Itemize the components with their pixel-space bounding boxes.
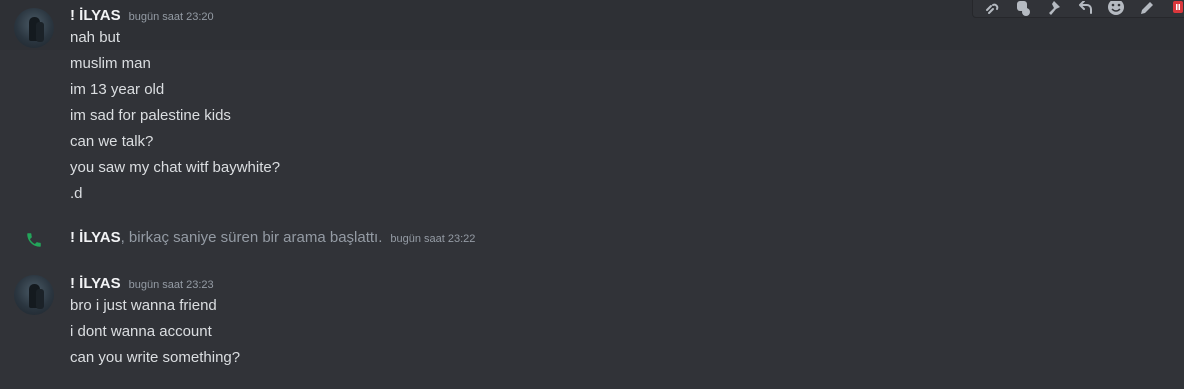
message-header: ! İLYAS bugün saat 23:23 <box>70 275 214 292</box>
avatar[interactable] <box>14 8 54 48</box>
link-icon[interactable] <box>979 0 1006 17</box>
timestamp[interactable]: bugün saat 23:20 <box>129 11 214 23</box>
call-system-message: ! İLYAS , birkaç saniye süren bir arama … <box>70 229 475 246</box>
thread-icon[interactable] <box>1010 0 1037 17</box>
message-header: ! İLYAS bugün saat 23:20 <box>70 7 214 24</box>
reply-icon[interactable] <box>1072 0 1099 17</box>
call-username[interactable]: ! İLYAS <box>70 229 121 246</box>
message-actions-toolbar <box>972 0 1184 18</box>
username[interactable]: ! İLYAS <box>70 7 121 24</box>
message-line: can you write something? <box>70 349 241 366</box>
message-line: im 13 year old <box>70 81 165 98</box>
pin-icon[interactable] <box>1041 0 1068 17</box>
message-line: i dont wanna account <box>70 323 212 340</box>
avatar[interactable] <box>14 275 54 315</box>
call-timestamp[interactable]: bugün saat 23:22 <box>390 233 475 245</box>
message-line: muslim man <box>70 55 151 72</box>
more-icon[interactable] <box>1164 0 1184 17</box>
phone-icon <box>25 231 43 249</box>
message-line: bro i just wanna friend <box>70 297 217 314</box>
timestamp[interactable]: bugün saat 23:23 <box>129 279 214 291</box>
message-line: im sad for palestine kids <box>70 107 231 124</box>
call-text: , birkaç saniye süren bir arama başlattı… <box>120 229 383 246</box>
message-line: .d <box>70 185 83 202</box>
emoji-icon[interactable] <box>1102 0 1129 17</box>
chat-messages: ! İLYAS bugün saat 23:20 nah but muslim … <box>0 0 1184 389</box>
message-line: can we talk? <box>70 133 154 150</box>
message-line: nah but <box>70 29 121 46</box>
message-line: you saw my chat witf baywhite? <box>70 159 281 176</box>
username[interactable]: ! İLYAS <box>70 275 121 292</box>
edit-icon[interactable] <box>1133 0 1160 17</box>
